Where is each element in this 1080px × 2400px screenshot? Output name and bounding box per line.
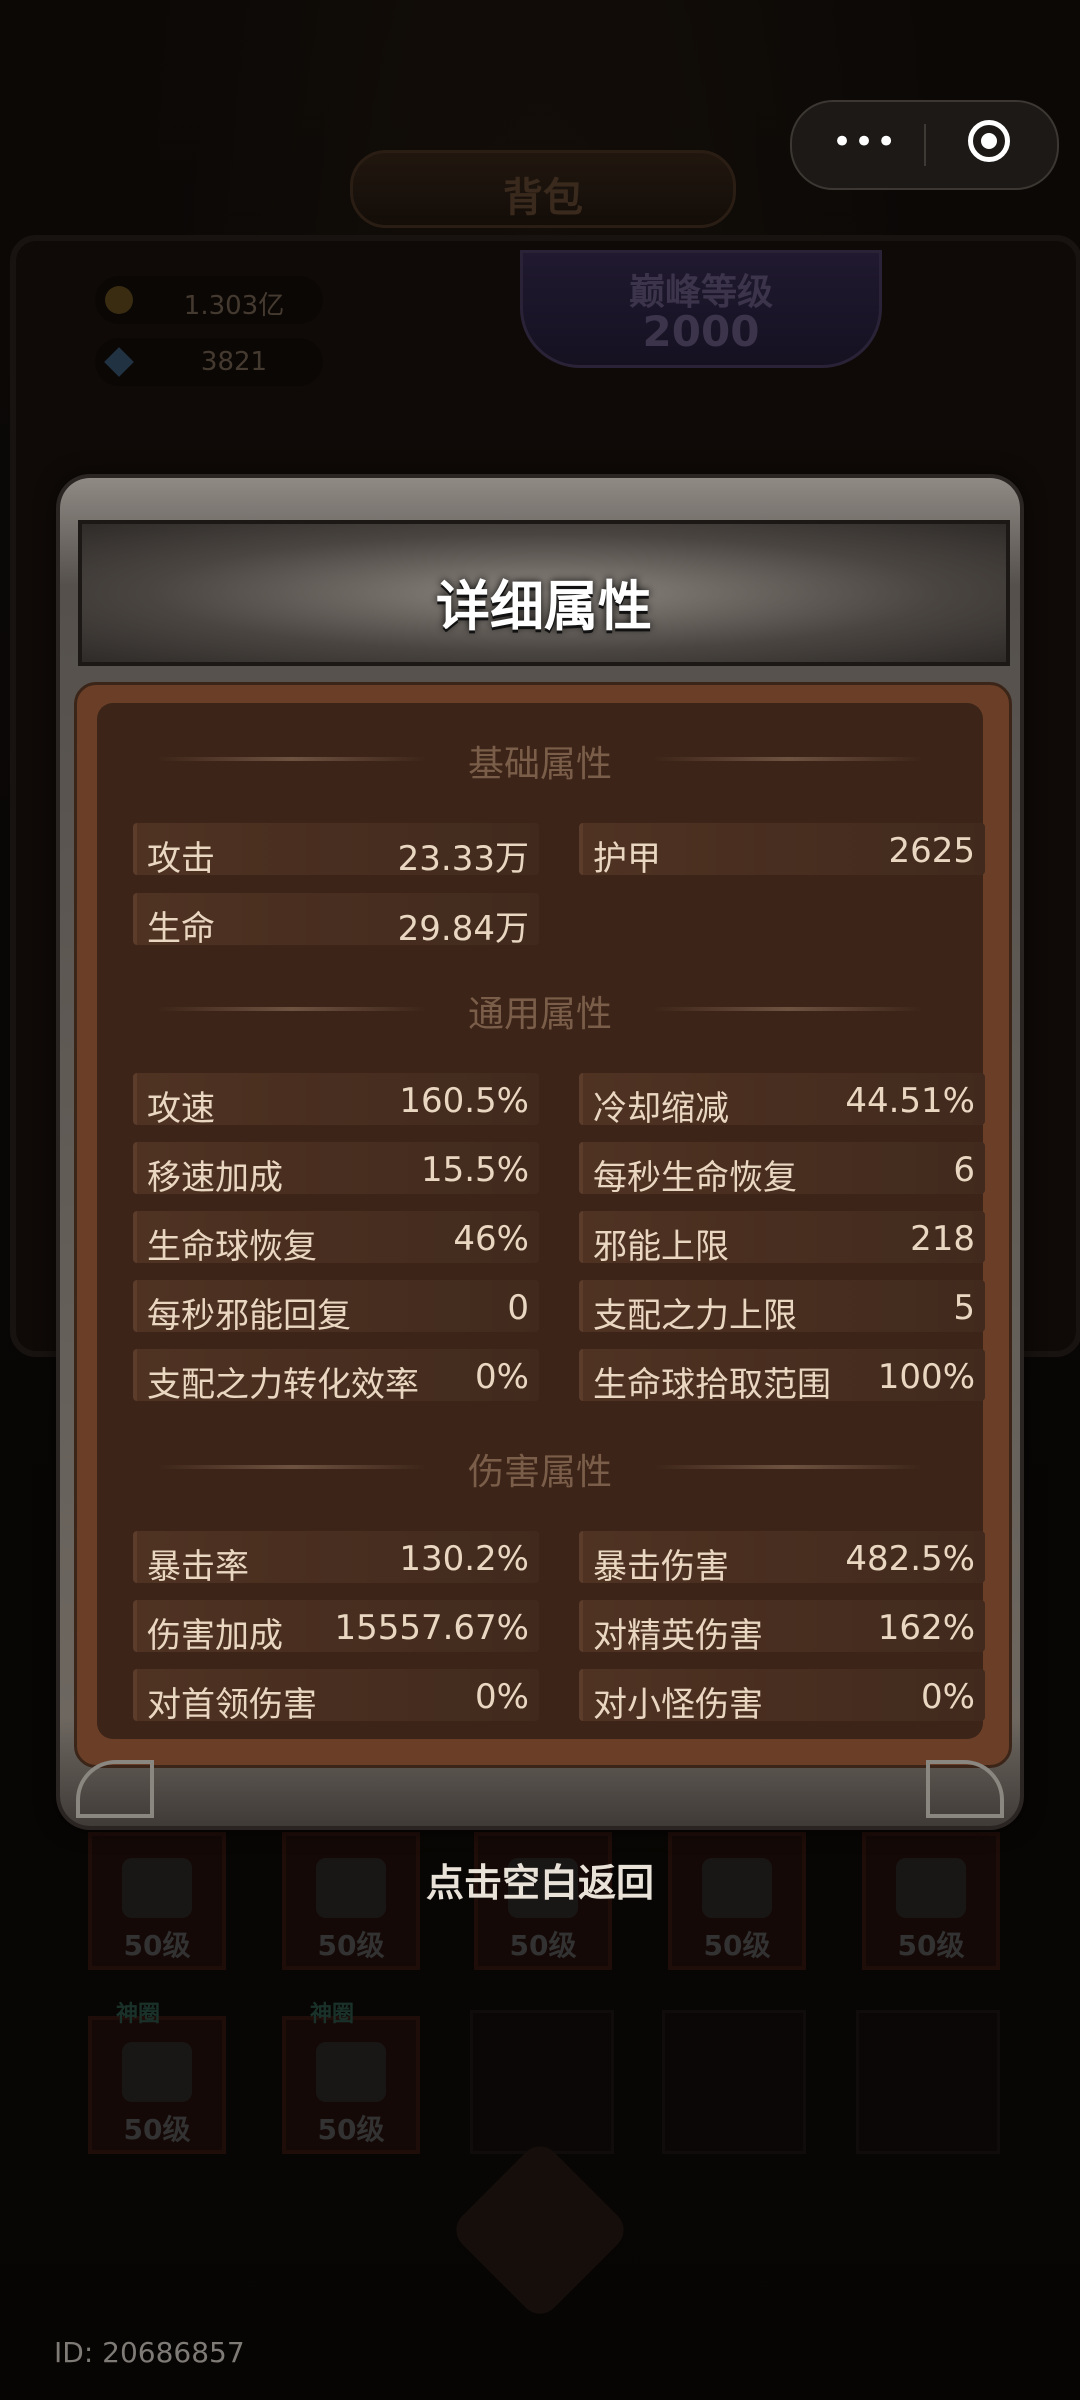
stat-row: 冷却缩减 44.51% xyxy=(579,1073,985,1129)
stats-panel[interactable]: 基础属性 攻击 23.33万 护甲 2625 生命 29.84万 通用属性 攻速 160… xyxy=(97,703,985,1739)
stat-row: 暴击伤害 482.5% xyxy=(579,1531,985,1587)
tap-blank-return-hint[interactable]: 点击空白返回 xyxy=(0,1852,1080,1907)
stat-row: 对小怪伤害 0% xyxy=(579,1669,985,1725)
user-id-label: ID: 20686857 xyxy=(54,2336,245,2369)
detail-attributes-dialog: 详细属性 基础属性 攻击 23.33万 护甲 2625 生命 29.84万 通用属性 … xyxy=(60,478,1020,1826)
stat-row: 暴击率 130.2% xyxy=(133,1531,539,1587)
stat-row: 每秒邪能回复 0 xyxy=(133,1280,539,1336)
dialog-title: 详细属性 xyxy=(436,575,652,638)
stat-row: 生命 29.84万 xyxy=(133,893,539,949)
stat-row: 伤害加成 15557.67% xyxy=(133,1600,539,1656)
close-target-icon[interactable] xyxy=(968,120,1010,162)
stat-row: 生命球拾取范围 100% xyxy=(579,1349,985,1405)
capsule-divider xyxy=(924,124,926,166)
more-icon[interactable]: ••• xyxy=(832,125,896,160)
section-general: 通用属性 xyxy=(97,985,983,1037)
stat-row: 对精英伤害 162% xyxy=(579,1600,985,1656)
stat-row: 护甲 2625 xyxy=(579,823,985,879)
miniprogram-capsule: ••• xyxy=(790,100,1059,190)
dialog-header: 详细属性 xyxy=(78,520,1010,666)
stat-row: 每秒生命恢复 6 xyxy=(579,1142,985,1198)
stat-row: 移速加成 15.5% xyxy=(133,1142,539,1198)
stat-row: 邪能上限 218 xyxy=(579,1211,985,1267)
stat-row: 支配之力转化效率 0% xyxy=(133,1349,539,1405)
section-damage: 伤害属性 xyxy=(97,1443,983,1495)
stat-row: 攻速 160.5% xyxy=(133,1073,539,1129)
dialog-body: 基础属性 攻击 23.33万 护甲 2625 生命 29.84万 通用属性 攻速 160… xyxy=(74,682,1012,1768)
stat-row: 支配之力上限 5 xyxy=(579,1280,985,1336)
section-basic: 基础属性 xyxy=(97,735,983,787)
stat-row: 生命球恢复 46% xyxy=(133,1211,539,1267)
stat-row: 对首领伤害 0% xyxy=(133,1669,539,1725)
stat-row: 攻击 23.33万 xyxy=(133,823,539,879)
